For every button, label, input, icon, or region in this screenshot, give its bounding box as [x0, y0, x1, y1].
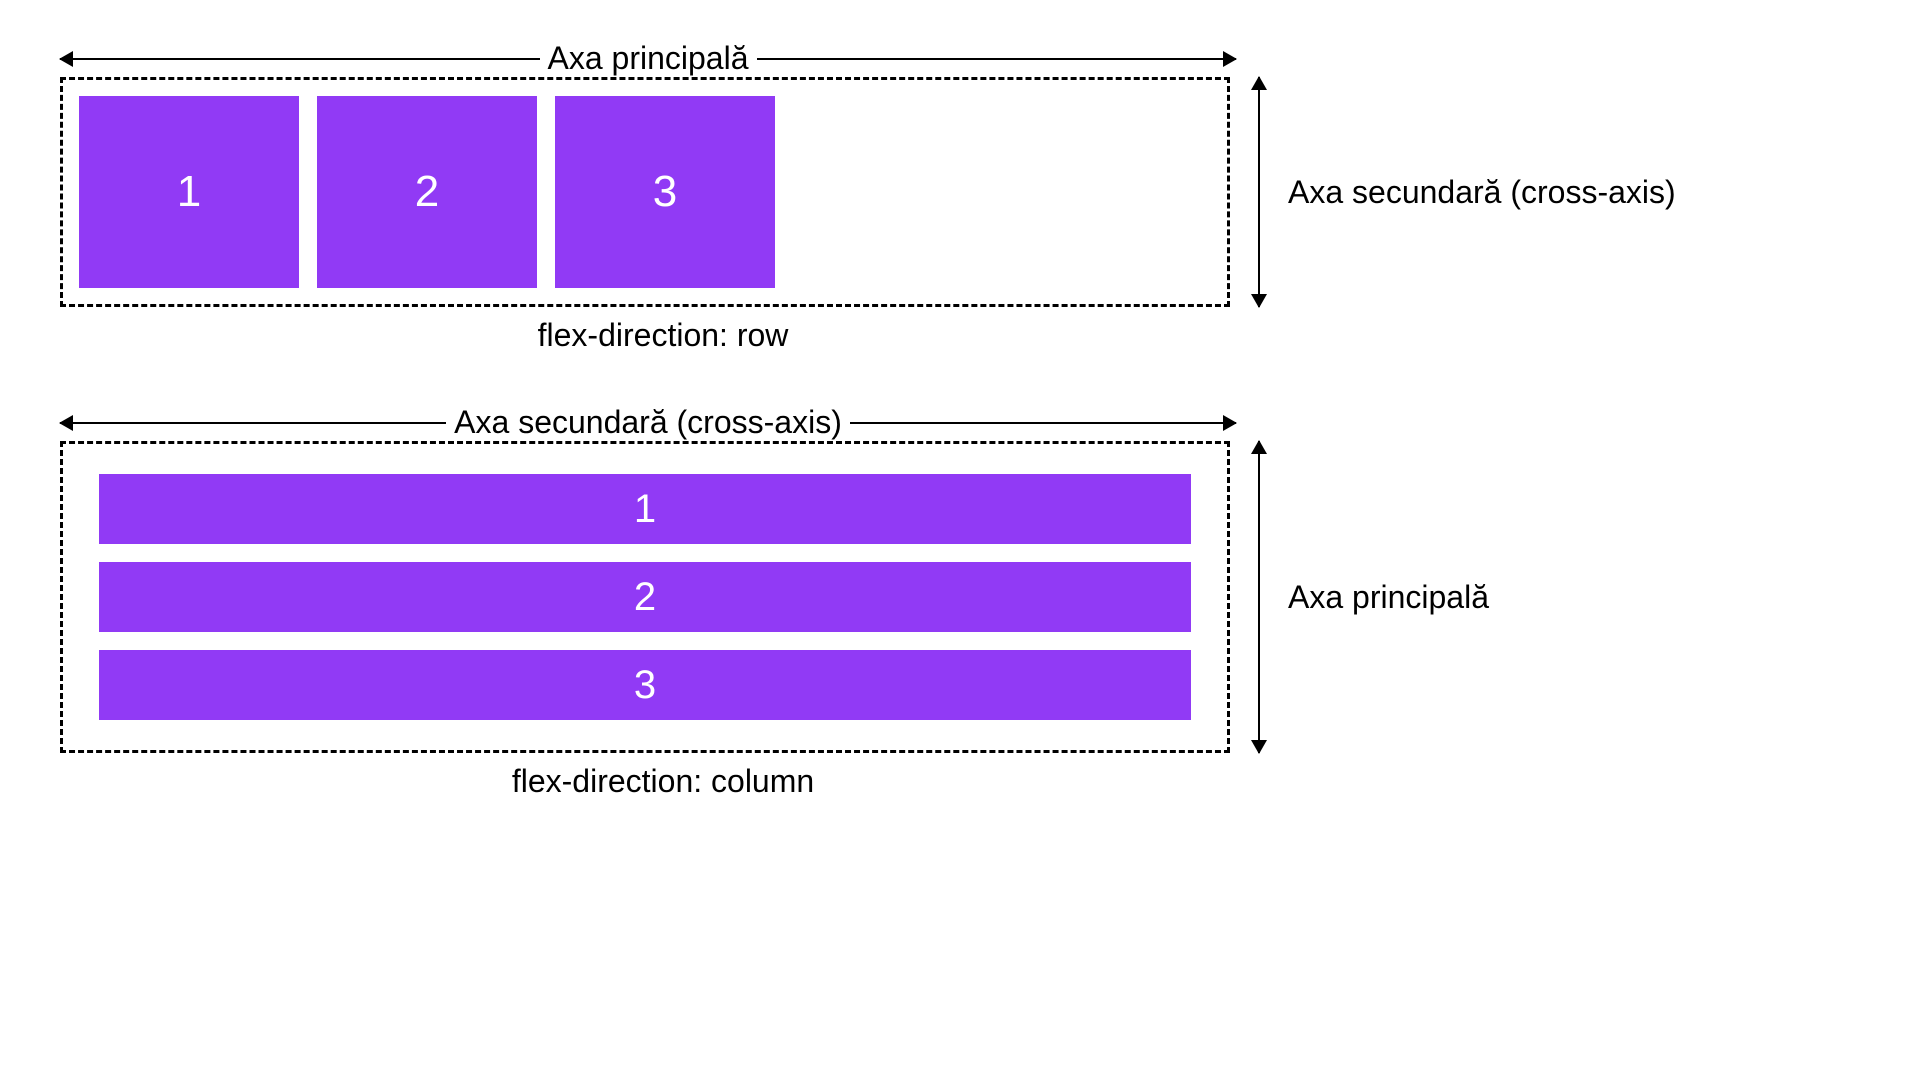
cross-axis-indicator-top: Axa secundară (cross-axis): [60, 404, 1236, 441]
row-container-with-cross-axis: 1 2 3 Axa secundară (cross-axis): [60, 77, 1860, 307]
flex-row-container: 1 2 3: [60, 77, 1230, 307]
arrow-right-icon: [1223, 51, 1237, 67]
flex-column-diagram: Axa secundară (cross-axis) 1 2 3 Axa pri…: [60, 404, 1860, 800]
arrow-up-icon: [1251, 440, 1267, 454]
main-axis-label: Axa principală: [540, 40, 757, 77]
flex-item: 3: [99, 650, 1191, 720]
arrow-down-icon: [1251, 294, 1267, 308]
arrow-down-icon: [1251, 740, 1267, 754]
main-axis-label-side: Axa principală: [1288, 579, 1489, 616]
flex-row-diagram: Axa principală 1 2 3 Axa secundară (cros…: [60, 40, 1860, 354]
row-caption: flex-direction: row: [60, 317, 1266, 354]
main-axis-indicator: Axa principală: [60, 40, 1236, 77]
flex-item: 2: [317, 96, 537, 288]
column-caption: flex-direction: column: [60, 763, 1266, 800]
cross-axis-indicator: Axa secundară (cross-axis): [1244, 77, 1676, 307]
column-container-with-main-axis: 1 2 3 Axa principală: [60, 441, 1860, 753]
flex-column-container: 1 2 3: [60, 441, 1230, 753]
flex-item: 3: [555, 96, 775, 288]
arrow-up-icon: [1251, 76, 1267, 90]
cross-axis-label: Axa secundară (cross-axis): [1288, 174, 1676, 211]
cross-axis-label-top: Axa secundară (cross-axis): [446, 404, 850, 441]
arrow-left-icon: [59, 415, 73, 431]
arrow-left-icon: [59, 51, 73, 67]
flex-item: 1: [79, 96, 299, 288]
main-axis-indicator-side: Axa principală: [1244, 441, 1489, 753]
arrow-right-icon: [1223, 415, 1237, 431]
flex-item: 1: [99, 474, 1191, 544]
flex-item: 2: [99, 562, 1191, 632]
